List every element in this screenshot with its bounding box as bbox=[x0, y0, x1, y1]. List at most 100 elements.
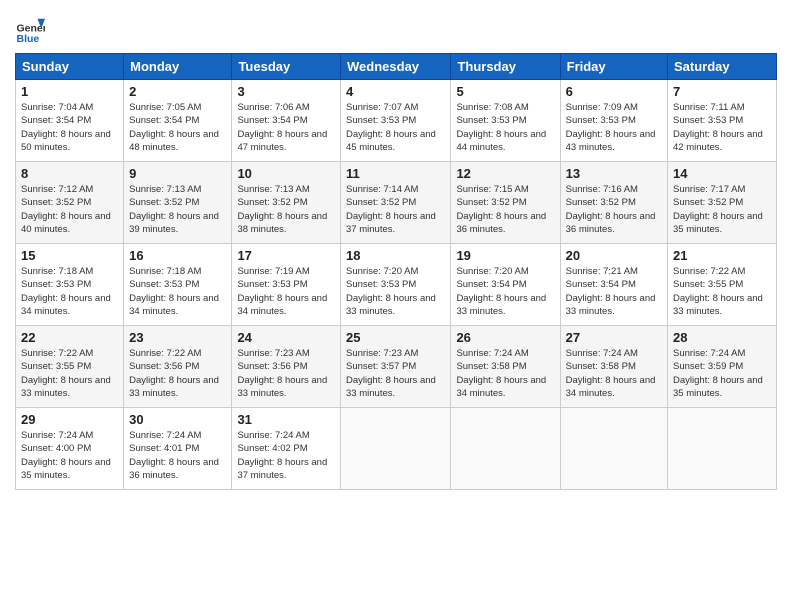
weekday-header-saturday: Saturday bbox=[668, 54, 777, 80]
day-info: Sunrise: 7:16 AM Sunset: 3:52 PM Dayligh… bbox=[566, 183, 662, 236]
day-number: 21 bbox=[673, 248, 771, 263]
day-number: 7 bbox=[673, 84, 771, 99]
day-number: 25 bbox=[346, 330, 445, 345]
calendar-cell: 7 Sunrise: 7:11 AM Sunset: 3:53 PM Dayli… bbox=[668, 80, 777, 162]
day-number: 16 bbox=[129, 248, 226, 263]
logo-icon: General Blue bbox=[15, 15, 45, 45]
day-number: 28 bbox=[673, 330, 771, 345]
day-number: 12 bbox=[456, 166, 554, 181]
calendar-cell: 11 Sunrise: 7:14 AM Sunset: 3:52 PM Dayl… bbox=[341, 162, 451, 244]
calendar-cell: 6 Sunrise: 7:09 AM Sunset: 3:53 PM Dayli… bbox=[560, 80, 667, 162]
day-number: 15 bbox=[21, 248, 118, 263]
calendar-cell: 23 Sunrise: 7:22 AM Sunset: 3:56 PM Dayl… bbox=[124, 326, 232, 408]
day-info: Sunrise: 7:13 AM Sunset: 3:52 PM Dayligh… bbox=[237, 183, 335, 236]
weekday-header-friday: Friday bbox=[560, 54, 667, 80]
logo: General Blue bbox=[15, 15, 47, 45]
day-number: 6 bbox=[566, 84, 662, 99]
day-number: 17 bbox=[237, 248, 335, 263]
day-number: 29 bbox=[21, 412, 118, 427]
day-info: Sunrise: 7:24 AM Sunset: 4:00 PM Dayligh… bbox=[21, 429, 118, 482]
calendar-cell: 4 Sunrise: 7:07 AM Sunset: 3:53 PM Dayli… bbox=[341, 80, 451, 162]
day-info: Sunrise: 7:22 AM Sunset: 3:56 PM Dayligh… bbox=[129, 347, 226, 400]
day-number: 9 bbox=[129, 166, 226, 181]
day-number: 11 bbox=[346, 166, 445, 181]
calendar-cell: 5 Sunrise: 7:08 AM Sunset: 3:53 PM Dayli… bbox=[451, 80, 560, 162]
day-info: Sunrise: 7:17 AM Sunset: 3:52 PM Dayligh… bbox=[673, 183, 771, 236]
day-number: 5 bbox=[456, 84, 554, 99]
calendar-cell bbox=[451, 408, 560, 490]
calendar-cell: 12 Sunrise: 7:15 AM Sunset: 3:52 PM Dayl… bbox=[451, 162, 560, 244]
calendar-table: SundayMondayTuesdayWednesdayThursdayFrid… bbox=[15, 53, 777, 490]
calendar-cell: 18 Sunrise: 7:20 AM Sunset: 3:53 PM Dayl… bbox=[341, 244, 451, 326]
day-info: Sunrise: 7:15 AM Sunset: 3:52 PM Dayligh… bbox=[456, 183, 554, 236]
day-info: Sunrise: 7:12 AM Sunset: 3:52 PM Dayligh… bbox=[21, 183, 118, 236]
day-number: 2 bbox=[129, 84, 226, 99]
calendar-cell: 9 Sunrise: 7:13 AM Sunset: 3:52 PM Dayli… bbox=[124, 162, 232, 244]
day-number: 23 bbox=[129, 330, 226, 345]
svg-text:Blue: Blue bbox=[17, 33, 40, 45]
calendar-cell: 25 Sunrise: 7:23 AM Sunset: 3:57 PM Dayl… bbox=[341, 326, 451, 408]
day-info: Sunrise: 7:20 AM Sunset: 3:54 PM Dayligh… bbox=[456, 265, 554, 318]
calendar-cell: 2 Sunrise: 7:05 AM Sunset: 3:54 PM Dayli… bbox=[124, 80, 232, 162]
day-number: 18 bbox=[346, 248, 445, 263]
day-info: Sunrise: 7:22 AM Sunset: 3:55 PM Dayligh… bbox=[21, 347, 118, 400]
calendar-cell: 13 Sunrise: 7:16 AM Sunset: 3:52 PM Dayl… bbox=[560, 162, 667, 244]
day-info: Sunrise: 7:19 AM Sunset: 3:53 PM Dayligh… bbox=[237, 265, 335, 318]
day-info: Sunrise: 7:18 AM Sunset: 3:53 PM Dayligh… bbox=[129, 265, 226, 318]
calendar-cell: 27 Sunrise: 7:24 AM Sunset: 3:58 PM Dayl… bbox=[560, 326, 667, 408]
day-info: Sunrise: 7:24 AM Sunset: 3:58 PM Dayligh… bbox=[456, 347, 554, 400]
weekday-header-tuesday: Tuesday bbox=[232, 54, 341, 80]
calendar-cell bbox=[668, 408, 777, 490]
calendar-cell: 30 Sunrise: 7:24 AM Sunset: 4:01 PM Dayl… bbox=[124, 408, 232, 490]
day-number: 13 bbox=[566, 166, 662, 181]
calendar-cell: 1 Sunrise: 7:04 AM Sunset: 3:54 PM Dayli… bbox=[16, 80, 124, 162]
calendar-cell: 29 Sunrise: 7:24 AM Sunset: 4:00 PM Dayl… bbox=[16, 408, 124, 490]
calendar-cell: 8 Sunrise: 7:12 AM Sunset: 3:52 PM Dayli… bbox=[16, 162, 124, 244]
calendar-cell: 17 Sunrise: 7:19 AM Sunset: 3:53 PM Dayl… bbox=[232, 244, 341, 326]
calendar-cell: 21 Sunrise: 7:22 AM Sunset: 3:55 PM Dayl… bbox=[668, 244, 777, 326]
day-info: Sunrise: 7:22 AM Sunset: 3:55 PM Dayligh… bbox=[673, 265, 771, 318]
calendar-cell: 28 Sunrise: 7:24 AM Sunset: 3:59 PM Dayl… bbox=[668, 326, 777, 408]
day-info: Sunrise: 7:23 AM Sunset: 3:56 PM Dayligh… bbox=[237, 347, 335, 400]
day-info: Sunrise: 7:24 AM Sunset: 3:59 PM Dayligh… bbox=[673, 347, 771, 400]
day-info: Sunrise: 7:14 AM Sunset: 3:52 PM Dayligh… bbox=[346, 183, 445, 236]
calendar-cell: 14 Sunrise: 7:17 AM Sunset: 3:52 PM Dayl… bbox=[668, 162, 777, 244]
calendar-cell: 10 Sunrise: 7:13 AM Sunset: 3:52 PM Dayl… bbox=[232, 162, 341, 244]
day-info: Sunrise: 7:20 AM Sunset: 3:53 PM Dayligh… bbox=[346, 265, 445, 318]
day-info: Sunrise: 7:23 AM Sunset: 3:57 PM Dayligh… bbox=[346, 347, 445, 400]
day-info: Sunrise: 7:07 AM Sunset: 3:53 PM Dayligh… bbox=[346, 101, 445, 154]
day-number: 8 bbox=[21, 166, 118, 181]
calendar-cell: 15 Sunrise: 7:18 AM Sunset: 3:53 PM Dayl… bbox=[16, 244, 124, 326]
day-number: 3 bbox=[237, 84, 335, 99]
day-info: Sunrise: 7:06 AM Sunset: 3:54 PM Dayligh… bbox=[237, 101, 335, 154]
day-info: Sunrise: 7:08 AM Sunset: 3:53 PM Dayligh… bbox=[456, 101, 554, 154]
calendar-cell: 26 Sunrise: 7:24 AM Sunset: 3:58 PM Dayl… bbox=[451, 326, 560, 408]
calendar-cell: 19 Sunrise: 7:20 AM Sunset: 3:54 PM Dayl… bbox=[451, 244, 560, 326]
day-info: Sunrise: 7:18 AM Sunset: 3:53 PM Dayligh… bbox=[21, 265, 118, 318]
weekday-header-wednesday: Wednesday bbox=[341, 54, 451, 80]
day-info: Sunrise: 7:13 AM Sunset: 3:52 PM Dayligh… bbox=[129, 183, 226, 236]
calendar-cell: 20 Sunrise: 7:21 AM Sunset: 3:54 PM Dayl… bbox=[560, 244, 667, 326]
calendar-cell: 31 Sunrise: 7:24 AM Sunset: 4:02 PM Dayl… bbox=[232, 408, 341, 490]
calendar-cell: 3 Sunrise: 7:06 AM Sunset: 3:54 PM Dayli… bbox=[232, 80, 341, 162]
calendar-cell: 16 Sunrise: 7:18 AM Sunset: 3:53 PM Dayl… bbox=[124, 244, 232, 326]
day-number: 20 bbox=[566, 248, 662, 263]
day-number: 22 bbox=[21, 330, 118, 345]
day-info: Sunrise: 7:09 AM Sunset: 3:53 PM Dayligh… bbox=[566, 101, 662, 154]
day-number: 4 bbox=[346, 84, 445, 99]
day-number: 19 bbox=[456, 248, 554, 263]
day-number: 26 bbox=[456, 330, 554, 345]
weekday-header-sunday: Sunday bbox=[16, 54, 124, 80]
page-container: General Blue SundayMondayTuesdayWednesda… bbox=[0, 0, 792, 500]
day-number: 14 bbox=[673, 166, 771, 181]
day-number: 30 bbox=[129, 412, 226, 427]
weekday-header-thursday: Thursday bbox=[451, 54, 560, 80]
calendar-cell bbox=[341, 408, 451, 490]
day-info: Sunrise: 7:05 AM Sunset: 3:54 PM Dayligh… bbox=[129, 101, 226, 154]
day-info: Sunrise: 7:24 AM Sunset: 4:01 PM Dayligh… bbox=[129, 429, 226, 482]
day-number: 1 bbox=[21, 84, 118, 99]
day-number: 27 bbox=[566, 330, 662, 345]
weekday-header-monday: Monday bbox=[124, 54, 232, 80]
day-info: Sunrise: 7:04 AM Sunset: 3:54 PM Dayligh… bbox=[21, 101, 118, 154]
header: General Blue bbox=[15, 10, 777, 45]
